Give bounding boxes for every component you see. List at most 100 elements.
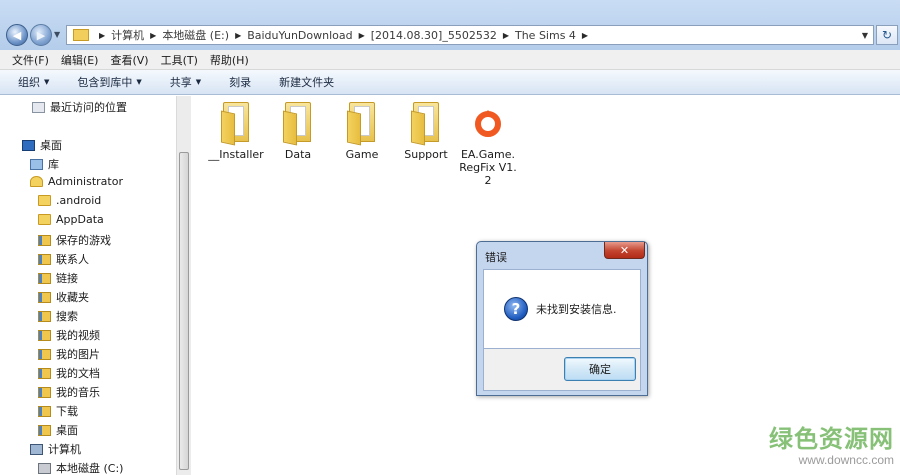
command-bar: 组织 ▼ 包含到库中 ▼ 共享 ▼ 刻录 新建文件夹 — [0, 70, 900, 95]
nav-item-contacts[interactable]: 联系人 — [38, 251, 89, 267]
breadcrumb-arrow-icon[interactable]: ▶ — [503, 31, 509, 40]
documents-icon — [38, 367, 51, 379]
user-folder-icon — [30, 176, 43, 187]
burn-button[interactable]: 刻录 — [229, 74, 251, 90]
breadcrumb-item[interactable]: The Sims 4 — [515, 29, 576, 42]
nav-pane-scrollbar[interactable] — [176, 96, 191, 475]
recent-icon — [32, 101, 45, 113]
nav-item-computer[interactable]: 计算机 — [30, 441, 81, 457]
breadcrumb-arrow-icon[interactable]: ▶ — [235, 31, 241, 40]
chevron-down-icon: ▼ — [195, 78, 202, 86]
file-item-data[interactable]: Data — [268, 102, 328, 161]
address-row: ◀ ▶ ▼ ▶ 计算机 ▶ 本地磁盘 (E:) ▶ BaiduYunDownlo… — [0, 0, 900, 50]
refresh-button[interactable]: ↻ — [876, 25, 898, 45]
folder-icon — [409, 102, 443, 146]
origin-app-icon — [471, 102, 505, 144]
address-bar[interactable]: ▶ 计算机 ▶ 本地磁盘 (E:) ▶ BaiduYunDownload ▶ [… — [66, 25, 874, 45]
breadcrumb-arrow-icon[interactable]: ▶ — [359, 31, 365, 40]
nav-item-recent-places[interactable]: 最近访问的位置 — [32, 99, 127, 115]
nav-item-downloads[interactable]: 下载 — [38, 403, 78, 419]
arrow-right-icon: ▶ — [36, 28, 46, 42]
menu-tools[interactable]: 工具(T) — [161, 52, 198, 68]
nav-item-searches[interactable]: 搜索 — [38, 308, 78, 324]
downloads-icon — [38, 405, 51, 417]
file-item-game[interactable]: Game — [332, 102, 392, 161]
folder-icon — [219, 102, 253, 146]
menu-edit[interactable]: 编辑(E) — [61, 52, 99, 68]
nav-item-my-videos[interactable]: 我的视频 — [38, 327, 100, 343]
pictures-icon — [38, 348, 51, 360]
dialog-title: 错误 — [485, 251, 507, 264]
scrollbar-thumb[interactable] — [179, 152, 189, 470]
nav-item-desktop-folder[interactable]: 桌面 — [38, 422, 78, 438]
nav-item-my-documents[interactable]: 我的文档 — [38, 365, 100, 381]
menu-file[interactable]: 文件(F) — [12, 52, 49, 68]
ok-button[interactable]: 确定 — [564, 357, 636, 381]
links-icon — [38, 272, 51, 284]
nav-item-administrator[interactable]: Administrator — [30, 175, 123, 188]
folder-icon — [345, 102, 379, 146]
include-in-library-button[interactable]: 包含到库中 ▼ — [77, 74, 141, 90]
organize-button[interactable]: 组织 ▼ — [18, 74, 49, 90]
desktop-icon — [22, 139, 35, 151]
menu-bar: 文件(F) 编辑(E) 查看(V) 工具(T) 帮助(H) — [0, 50, 900, 70]
breadcrumb-item[interactable]: 计算机 — [111, 27, 144, 43]
watermark: 绿色资源网 www.downcc.com — [762, 424, 894, 466]
share-button[interactable]: 共享 ▼ — [170, 74, 201, 90]
breadcrumb-arrow-icon[interactable]: ▶ — [99, 31, 105, 40]
watermark-title: 绿色资源网 — [769, 425, 894, 453]
new-folder-button[interactable]: 新建文件夹 — [279, 74, 334, 90]
file-item-support[interactable]: Support — [396, 102, 456, 161]
breadcrumb-item[interactable]: 本地磁盘 (E:) — [162, 27, 229, 43]
music-icon — [38, 386, 51, 398]
file-item-ea-game-regfix[interactable]: EA.Game.RegFix V1.2 — [458, 102, 518, 187]
breadcrumb-arrow-icon[interactable]: ▶ — [582, 31, 588, 40]
menu-view[interactable]: 查看(V) — [110, 52, 148, 68]
chevron-down-icon: ▼ — [44, 78, 50, 86]
nav-item-my-music[interactable]: 我的音乐 — [38, 384, 100, 400]
nav-item-libraries[interactable]: 库 — [30, 156, 59, 172]
nav-item-saved-games[interactable]: 保存的游戏 — [38, 232, 111, 248]
nav-item-desktop[interactable]: 桌面 — [22, 137, 62, 153]
breadcrumb-item[interactable]: BaiduYunDownload — [247, 29, 352, 42]
recent-pages-dropdown[interactable]: ▼ — [54, 30, 62, 40]
dialog-body: ? 未找到安装信息. — [483, 269, 641, 349]
dialog-footer: 确定 — [483, 349, 641, 391]
searches-icon — [38, 310, 51, 322]
dialog-close-button[interactable]: ✕ — [604, 242, 645, 259]
chevron-down-icon: ▼ — [54, 30, 61, 39]
breadcrumb-item[interactable]: [2014.08.30]_5502532 — [371, 29, 497, 42]
contacts-icon — [38, 253, 51, 265]
nav-item-local-disk-c[interactable]: 本地磁盘 (C:) — [38, 460, 123, 475]
desktop-folder-icon — [38, 424, 51, 436]
close-icon: ✕ — [619, 243, 630, 257]
menu-help[interactable]: 帮助(H) — [210, 52, 249, 68]
forward-button[interactable]: ▶ — [30, 24, 52, 46]
watermark-url: www.downcc.com — [798, 453, 894, 467]
folder-icon — [38, 214, 51, 225]
dialog-message: 未找到安装信息. — [536, 303, 617, 316]
folder-icon — [73, 29, 89, 41]
back-button[interactable]: ◀ — [6, 24, 28, 46]
error-dialog: 错误 ✕ ? 未找到安装信息. 确定 — [476, 241, 648, 396]
nav-item-my-pictures[interactable]: 我的图片 — [38, 346, 100, 362]
navigation-pane: 最近访问的位置 桌面 库 Administrator .android AppD… — [0, 96, 176, 475]
chevron-down-icon: ▼ — [136, 78, 142, 86]
disk-icon — [38, 462, 51, 474]
refresh-icon: ↻ — [881, 28, 893, 42]
videos-icon — [38, 329, 51, 341]
address-dropdown-icon[interactable]: ▼ — [857, 31, 873, 40]
folder-icon — [38, 195, 51, 206]
breadcrumb-arrow-icon[interactable]: ▶ — [150, 31, 156, 40]
nav-item-favorites[interactable]: 收藏夹 — [38, 289, 89, 305]
nav-item-links[interactable]: 链接 — [38, 270, 78, 286]
file-item-installer[interactable]: __Installer — [206, 102, 266, 161]
nav-item-android[interactable]: .android — [38, 194, 101, 207]
nav-item-appdata[interactable]: AppData — [38, 213, 104, 226]
folder-icon — [281, 102, 315, 146]
favorites-icon — [38, 291, 51, 303]
arrow-left-icon: ◀ — [12, 28, 22, 42]
question-icon: ? — [504, 297, 528, 321]
library-icon — [30, 158, 43, 170]
saved-games-icon — [38, 234, 51, 246]
